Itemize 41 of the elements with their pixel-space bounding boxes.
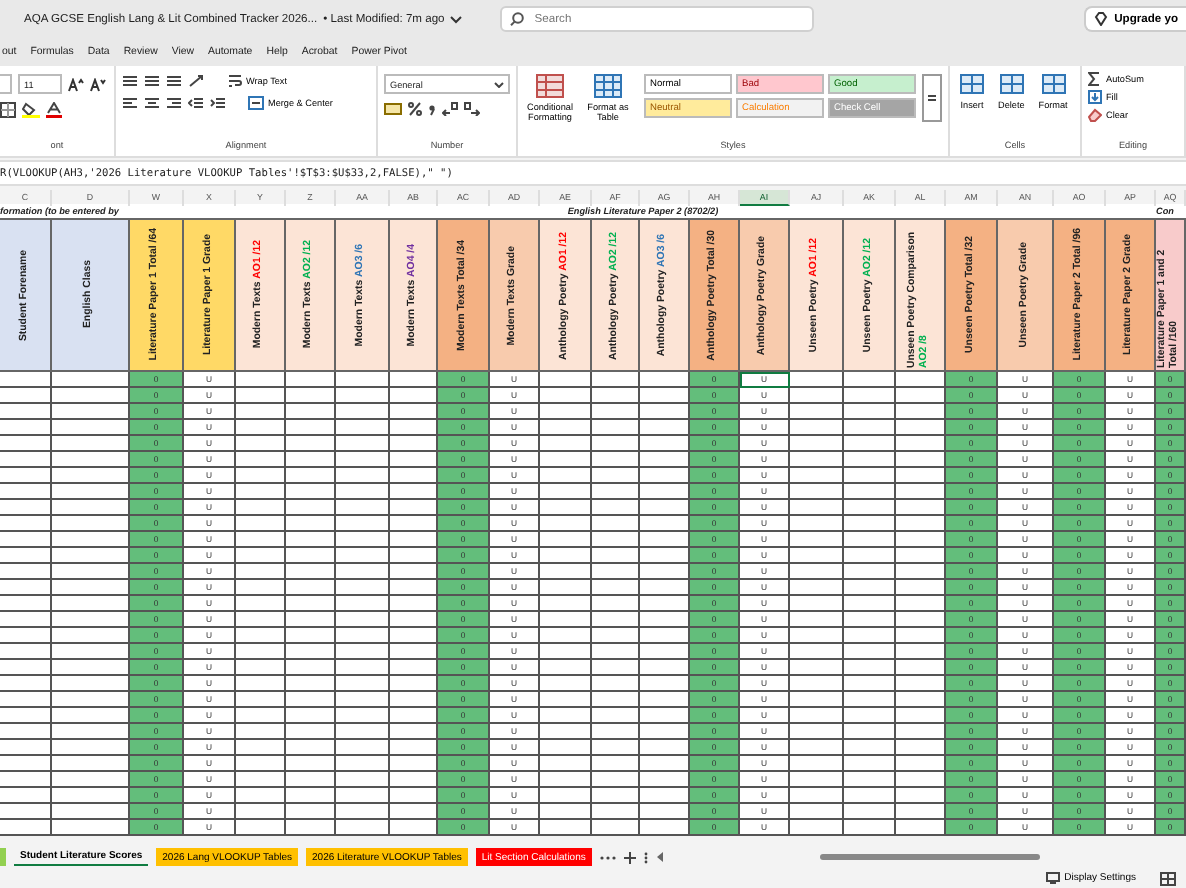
diamond-icon — [1094, 12, 1109, 26]
monitor-icon — [1046, 872, 1061, 884]
grid-icon — [1041, 74, 1066, 94]
table-rules-icon — [536, 74, 564, 98]
increase-decimal-icon[interactable] — [442, 102, 458, 116]
fill-color-icon[interactable] — [22, 102, 40, 118]
increase-font-icon[interactable] — [68, 77, 84, 91]
chevron-down-icon — [494, 81, 504, 87]
align-left-icon[interactable] — [122, 96, 138, 110]
increase-indent-icon[interactable] — [210, 96, 226, 110]
more-styles-icon[interactable] — [922, 74, 942, 122]
eraser-icon — [1088, 108, 1102, 122]
scrollbar-thumb[interactable] — [819, 854, 1040, 860]
chevron-down-icon — [450, 15, 463, 23]
table-icon — [594, 74, 622, 98]
align-right-icon[interactable] — [166, 96, 182, 110]
orientation-icon[interactable] — [188, 74, 206, 88]
comma-style-icon[interactable] — [428, 102, 436, 116]
more-icon[interactable] — [599, 851, 616, 863]
merge-icon — [248, 96, 264, 110]
vertical-dots-icon[interactable] — [643, 851, 648, 863]
align-top-icon[interactable] — [122, 74, 138, 88]
align-bottom-icon[interactable] — [166, 74, 182, 88]
fill-down-icon — [1088, 90, 1102, 104]
align-center-icon[interactable] — [144, 96, 160, 110]
add-sheet-icon[interactable] — [623, 851, 636, 863]
decrease-indent-icon[interactable] — [188, 96, 204, 110]
font-color-icon[interactable] — [46, 102, 62, 118]
search-icon — [510, 12, 525, 26]
decrease-font-icon[interactable] — [90, 77, 106, 91]
normal-view-icon[interactable] — [1160, 871, 1176, 885]
grid-icon — [999, 74, 1024, 94]
borders-icon[interactable] — [0, 102, 16, 118]
currency-icon[interactable] — [384, 102, 402, 116]
align-middle-icon[interactable] — [144, 74, 160, 88]
grid-icon — [960, 74, 984, 94]
percent-icon[interactable] — [408, 102, 422, 116]
sigma-icon — [1088, 72, 1102, 86]
wrap-text-icon — [228, 74, 242, 88]
decrease-decimal-icon[interactable] — [464, 102, 480, 116]
scroll-left-icon[interactable] — [655, 852, 664, 862]
